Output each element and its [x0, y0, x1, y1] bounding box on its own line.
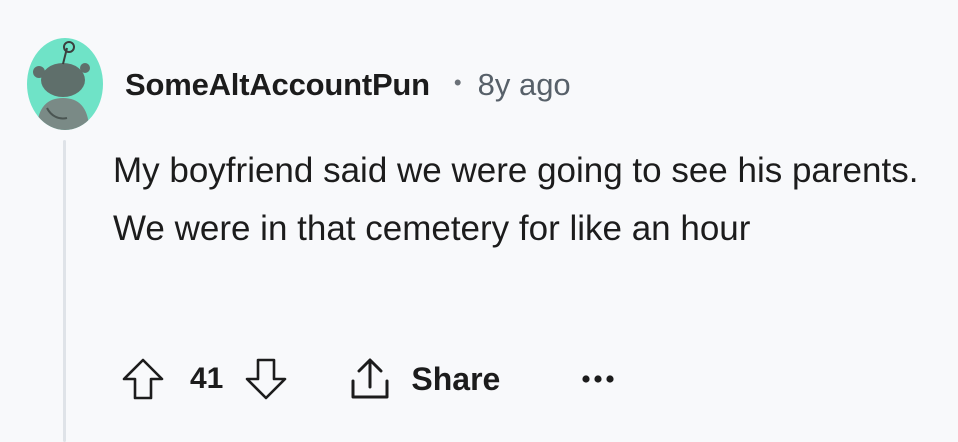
share-button[interactable]: Share: [349, 357, 500, 401]
comment-body: My boyfriend said we were going to see h…: [113, 151, 919, 248]
comment-header: SomeAltAccountPun • 8y ago: [125, 62, 571, 108]
share-label: Share: [411, 360, 501, 397]
arrow-down-icon[interactable]: [241, 354, 291, 404]
vote-score: 41: [190, 362, 224, 395]
comment: SomeAltAccountPun • 8y ago My boyfriend …: [0, 0, 958, 442]
arrow-up-icon[interactable]: [118, 354, 168, 404]
timestamp[interactable]: 8y ago: [478, 67, 571, 103]
comment-actions: 41 Share: [118, 352, 616, 406]
username-link[interactable]: SomeAltAccountPun: [125, 67, 430, 103]
meta-separator: •: [453, 70, 462, 95]
snoo-avatar-icon[interactable]: [27, 38, 103, 130]
more-options-button[interactable]: [580, 364, 616, 394]
thread-line[interactable]: [63, 140, 66, 442]
ellipsis-icon: [582, 375, 614, 383]
share-upload-icon: [351, 358, 389, 399]
